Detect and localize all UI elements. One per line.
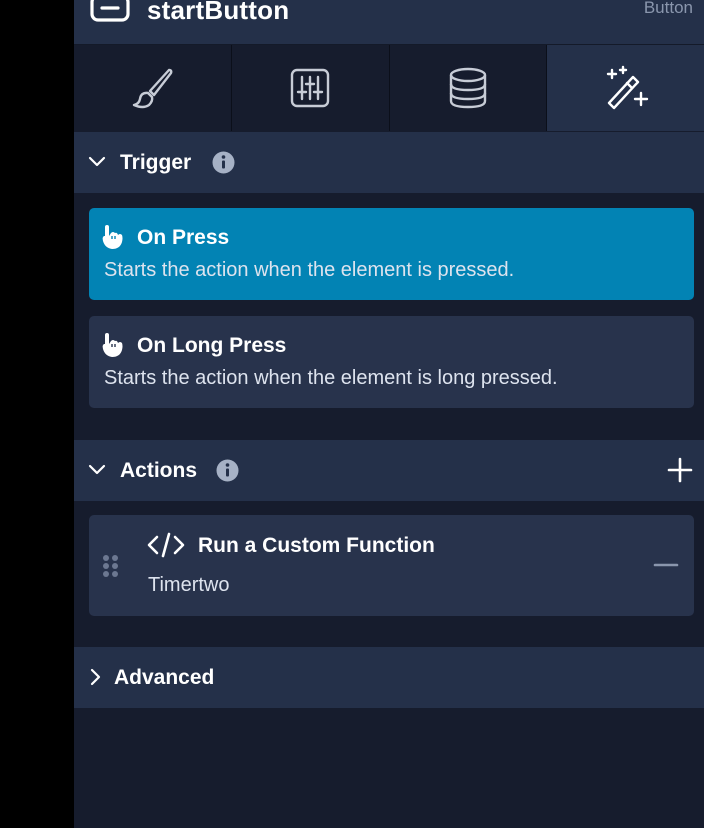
trigger-option-title: On Long Press bbox=[137, 334, 287, 357]
chevron-right-icon bbox=[90, 668, 101, 686]
pointing-hand-icon bbox=[102, 225, 123, 249]
action-item-custom-function[interactable]: Run a Custom Function Timertwo bbox=[89, 515, 694, 616]
pointing-hand-icon bbox=[102, 333, 123, 357]
tab-properties[interactable] bbox=[231, 45, 390, 131]
action-function-name: Timertwo bbox=[148, 574, 230, 596]
paintbrush-icon bbox=[133, 68, 173, 109]
trigger-section-header[interactable]: Trigger bbox=[74, 132, 704, 193]
trigger-title: Trigger bbox=[120, 150, 192, 174]
advanced-title: Advanced bbox=[114, 665, 215, 689]
element-type: Button bbox=[643, 0, 693, 17]
database-icon bbox=[449, 67, 487, 109]
chevron-down-icon bbox=[88, 156, 106, 167]
chevron-down-icon bbox=[88, 464, 106, 475]
actions-title: Actions bbox=[120, 458, 198, 482]
info-icon[interactable] bbox=[212, 151, 235, 174]
trigger-option-description: Starts the action when the element is lo… bbox=[104, 367, 558, 389]
advanced-section-header[interactable]: Advanced bbox=[74, 647, 704, 708]
actions-section-header[interactable]: Actions bbox=[74, 440, 704, 501]
trigger-option-description: Starts the action when the element is pr… bbox=[104, 259, 515, 281]
element-header: startButton Button bbox=[74, 0, 704, 45]
remove-action-icon[interactable] bbox=[653, 555, 679, 575]
code-icon bbox=[147, 532, 185, 558]
trigger-option-on-long-press[interactable]: On Long Press Starts the action when the… bbox=[89, 316, 694, 408]
tab-actions[interactable] bbox=[547, 45, 704, 131]
drag-handle-icon[interactable] bbox=[102, 554, 120, 578]
add-action-icon[interactable] bbox=[666, 456, 694, 484]
left-canvas-strip bbox=[0, 0, 74, 828]
trigger-option-title: On Press bbox=[137, 226, 230, 249]
button-element-icon bbox=[90, 0, 130, 22]
sliders-icon bbox=[290, 68, 330, 108]
element-name: startButton bbox=[147, 0, 290, 25]
info-icon[interactable] bbox=[216, 459, 239, 482]
trigger-option-on-press[interactable]: On Press Starts the action when the elem… bbox=[89, 208, 694, 300]
magic-wand-icon bbox=[606, 65, 648, 110]
tab-data[interactable] bbox=[389, 45, 548, 131]
panel-tabs bbox=[74, 45, 704, 131]
tab-style[interactable] bbox=[74, 45, 232, 131]
properties-panel: startButton Button Trigger On Press Star… bbox=[74, 0, 704, 828]
action-title: Run a Custom Function bbox=[198, 534, 435, 557]
